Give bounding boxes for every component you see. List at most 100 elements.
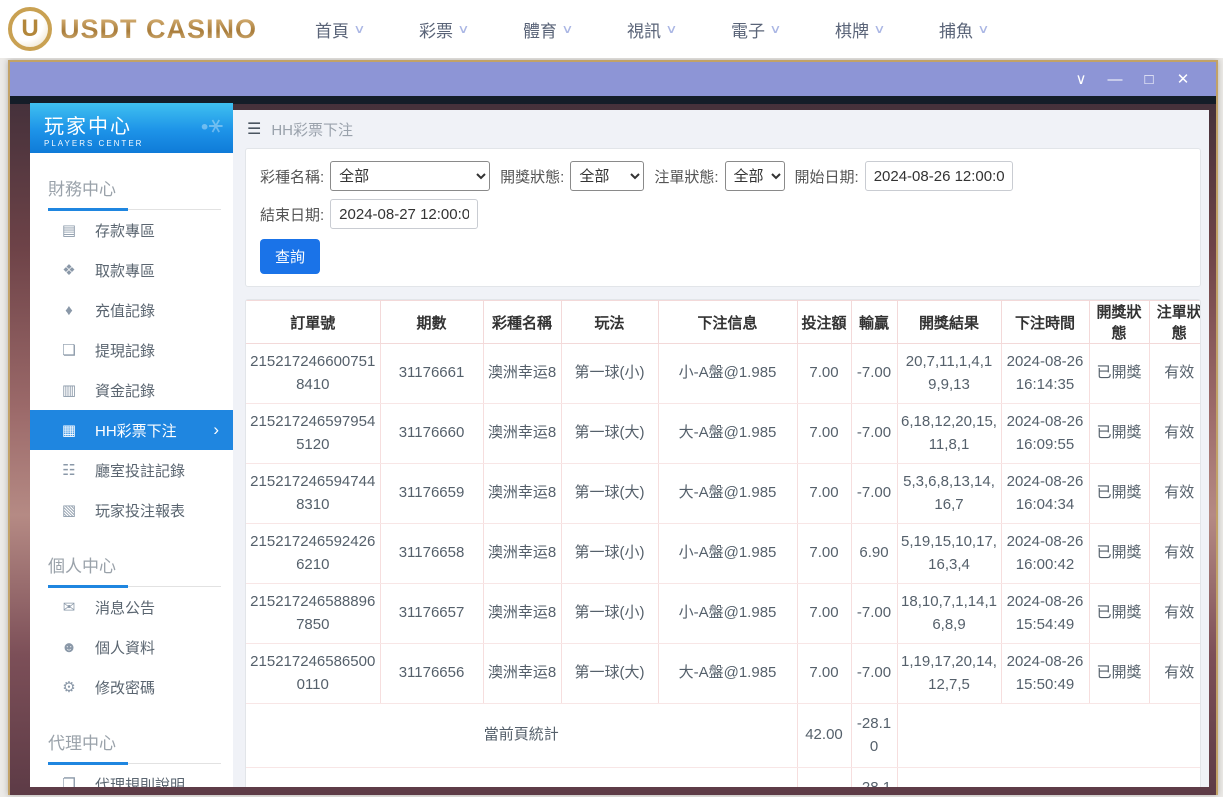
- gear-icon: ⚙: [62, 679, 76, 696]
- end-date-input-label: 結束日期:: [260, 206, 325, 224]
- bet-status-select[interactable]: 全部: [724, 161, 785, 191]
- table-cell: 大-A盤@1.985: [658, 403, 798, 464]
- document-icon: ❐: [62, 776, 76, 787]
- chevron-down-icon: ∨: [457, 22, 470, 36]
- table-cell: 2024-08-26 15:50:49: [1001, 643, 1090, 704]
- sidebar: 玩家中心 PLAYERS CENTER 🞄⚹ 財務中心 ▤ 存款專區 ❖ 取款專區 ♦ 充值…: [30, 103, 233, 787]
- minimize-icon[interactable]: —: [1098, 71, 1132, 88]
- chevron-down-icon: ∨: [353, 22, 366, 36]
- sidebar-section: 財務中心 ▤ 存款專區 ❖ 取款專區 ♦ 充值記錄 ❏ 提現記錄 ▥ 資金記錄 ▦ HH彩票下注 › ☷ 廳室…: [30, 167, 233, 530]
- table-cell: 有效: [1149, 643, 1200, 704]
- collapse-icon[interactable]: ∨: [1064, 70, 1098, 88]
- nav-item-label: 電子: [731, 21, 766, 41]
- chevron-down-icon: ∨: [873, 22, 886, 36]
- nav-item-彩票[interactable]: 彩票 ∨: [419, 17, 523, 42]
- hamburger-icon[interactable]: ☰: [247, 119, 261, 139]
- main-content: ☰ HH彩票下注 彩種名稱:全部開獎狀態:全部注單狀態:全部開始日期:結束日期:…: [233, 110, 1209, 787]
- player-center-window: ∨ — □ ✕ 玩家中心 PLAYERS CENTER 🞄⚹ 財務中心 ▤ 存款專區…: [8, 60, 1218, 795]
- site-logo[interactable]: U USDT CASINO: [8, 7, 257, 51]
- table-cell: 6,18,12,20,15,11,8,1: [897, 403, 1002, 464]
- end-date-input[interactable]: [330, 199, 479, 229]
- summary-bet-total: 42.00: [797, 767, 852, 787]
- summary-bet-total: 42.00: [797, 703, 852, 768]
- sidebar-item-存款專區[interactable]: ▤ 存款專區: [30, 210, 233, 250]
- sidebar-item-代理規則說明[interactable]: ❐ 代理規則說明: [30, 764, 233, 787]
- bet-status-select-label: 注單狀態:: [654, 168, 719, 186]
- column-header-期數: 期數: [380, 300, 484, 344]
- table-cell: 6.90: [851, 523, 898, 584]
- nav-item-捕魚[interactable]: 捕魚 ∨: [939, 17, 1043, 42]
- start-date-input[interactable]: [864, 161, 1013, 191]
- nav-item-體育[interactable]: 體育 ∨: [523, 17, 627, 42]
- sidebar-item-修改密碼[interactable]: ⚙ 修改密碼: [30, 667, 233, 707]
- table-cell: -7.00: [851, 643, 898, 704]
- table-cell: 已開獎: [1089, 343, 1150, 404]
- wallet-icon: ❏: [62, 342, 76, 359]
- table-cell: 第一球(小): [561, 583, 659, 644]
- bets-table: 訂單號 期數 彩種名稱 玩法 下注信息 投注額 輸贏 開獎結果 下注時間 開獎狀態 注單狀態 215…: [246, 300, 1200, 787]
- sidebar-section: 代理中心 ❐ 代理規則說明: [30, 721, 233, 787]
- table-cell: 第一球(大): [561, 643, 659, 704]
- sidebar-section-label: 財務中心: [30, 167, 233, 211]
- breadcrumb: ☰ HH彩票下注: [233, 110, 1209, 148]
- lottery-name-select[interactable]: 全部: [330, 161, 491, 191]
- start-date-input-label: 開始日期:: [794, 168, 859, 186]
- close-icon[interactable]: ✕: [1166, 70, 1200, 88]
- sidebar-item-取款專區[interactable]: ❖ 取款專區: [30, 250, 233, 290]
- sidebar-header: 玩家中心 PLAYERS CENTER 🞄⚹: [30, 103, 233, 153]
- table-cell: 澳洲幸运8: [483, 343, 562, 404]
- nav-item-首頁[interactable]: 首頁 ∨: [315, 17, 419, 42]
- search-button[interactable]: 查詢: [260, 239, 321, 274]
- chevron-right-icon: ›: [213, 420, 219, 439]
- table-cell: 5,19,15,10,17,16,3,4: [897, 523, 1002, 584]
- sidebar-item-個人資料[interactable]: ☻ 個人資料: [30, 627, 233, 667]
- table-cell: 2152172465924266210: [246, 523, 381, 584]
- sidebar-item-充值記錄[interactable]: ♦ 充值記錄: [30, 290, 233, 330]
- table-row: 2152172465888967850 31176657 澳洲幸运8 第一球(小) 小-…: [246, 583, 1200, 644]
- summary-win-loss: -28.10: [851, 703, 898, 768]
- lottery-ticket-icon: ▦: [61, 422, 77, 439]
- sidebar-item-玩家投注報表[interactable]: ▧ 玩家投注報表: [30, 490, 233, 530]
- sidebar-item-資金記錄[interactable]: ▥ 資金記錄: [30, 370, 233, 410]
- table-cell: 1,19,17,20,14,12,7,5: [897, 643, 1002, 704]
- table-cell: -7.00: [851, 403, 898, 464]
- table-cell: 7.00: [797, 463, 852, 524]
- lottery-name-select-group: 彩種名稱: 全部: [260, 161, 491, 191]
- table-cell: 2024-08-26 16:04:34: [1001, 463, 1090, 524]
- nav-item-電子[interactable]: 電子 ∨: [731, 17, 835, 42]
- table-cell: 31176660: [380, 403, 484, 464]
- table-cell: 第一球(大): [561, 403, 659, 464]
- sidebar-item-消息公告[interactable]: ✉ 消息公告: [30, 587, 233, 627]
- table-cell: 已開獎: [1089, 523, 1150, 584]
- table-cell: 小-A盤@1.985: [658, 343, 798, 404]
- table-cell: 已開獎: [1089, 463, 1150, 524]
- draw-status-select[interactable]: 全部: [570, 161, 645, 191]
- sidebar-section-label: 代理中心: [30, 721, 233, 765]
- column-header-下注信息: 下注信息: [658, 300, 798, 344]
- table-cell: 31176658: [380, 523, 484, 584]
- maximize-icon[interactable]: □: [1132, 71, 1166, 88]
- sidebar-item-提現記錄[interactable]: ❏ 提現記錄: [30, 330, 233, 370]
- end-date-input-group: 結束日期:: [260, 199, 479, 229]
- sidebar-item-label: 個人資料: [95, 639, 156, 657]
- table-cell: 澳洲幸运8: [483, 643, 562, 704]
- nav-item-label: 體育: [523, 21, 558, 41]
- sidebar-item-label: 代理規則說明: [95, 776, 186, 788]
- summary-label: 總統計: [246, 767, 798, 787]
- summary-label: 當前頁統計: [246, 703, 798, 768]
- sidebar-item-HH彩票下注[interactable]: ▦ HH彩票下注 ›: [30, 410, 233, 450]
- table-cell: 第一球(小): [561, 523, 659, 584]
- bell-icon: ✉: [62, 599, 76, 616]
- sidebar-item-廳室投註記錄[interactable]: ☷ 廳室投註記錄: [30, 450, 233, 490]
- nav-item-label: 首頁: [315, 21, 350, 41]
- column-header-輸贏: 輸贏: [851, 300, 898, 344]
- nav-item-視訊[interactable]: 視訊 ∨: [627, 17, 731, 42]
- gamepad-icon: 🞄⚹: [200, 111, 223, 138]
- table-cell: 小-A盤@1.985: [658, 583, 798, 644]
- table-cell: 2152172465865000110: [246, 643, 381, 704]
- table-cell: 已開獎: [1089, 583, 1150, 644]
- table-cell: 已開獎: [1089, 403, 1150, 464]
- summary-win-loss: -28.10: [851, 767, 898, 787]
- chevron-down-icon: ∨: [977, 22, 990, 36]
- nav-item-棋牌[interactable]: 棋牌 ∨: [835, 17, 939, 42]
